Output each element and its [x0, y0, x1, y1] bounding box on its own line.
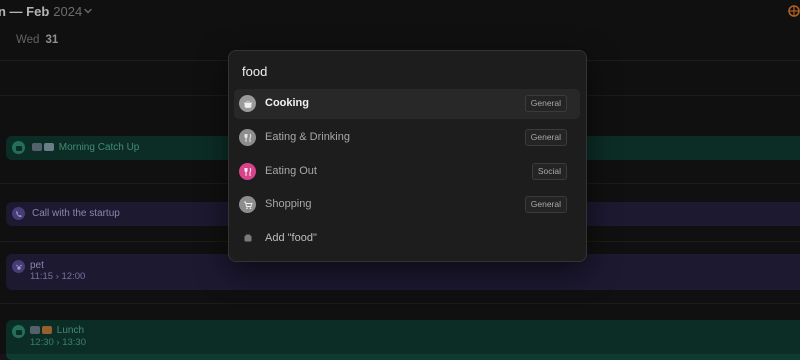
- fork-knife-icon: [239, 163, 256, 180]
- grid-line: [0, 303, 800, 304]
- month-label: n — Feb: [0, 4, 50, 19]
- category-badge: General: [524, 196, 567, 213]
- category-badge: General: [524, 95, 567, 112]
- fork-knife-icon: [239, 129, 256, 146]
- add-tag-icon: [244, 234, 252, 242]
- search-input[interactable]: [242, 61, 562, 81]
- event-title: pet: [30, 260, 44, 271]
- result-cooking[interactable]: Cooking General: [234, 89, 580, 119]
- result-shopping[interactable]: Shopping General: [234, 190, 580, 220]
- add-label: Add "food": [265, 232, 317, 244]
- year-label: 2024: [53, 4, 83, 19]
- category-picker: Cooking General Eating & Drinking Genera…: [228, 50, 587, 262]
- chevron-down-icon[interactable]: [82, 5, 94, 17]
- clipboard-emoji-icon: [44, 143, 54, 151]
- result-label: Shopping: [265, 198, 312, 210]
- category-badge: Social: [531, 163, 567, 180]
- category-badge: General: [524, 129, 567, 146]
- event-time: 12:30 › 13:30: [30, 337, 86, 348]
- cooking-pot-icon: [239, 95, 256, 112]
- day-number: 31: [45, 34, 59, 46]
- calendar-icon: [12, 325, 25, 338]
- cart-icon: [239, 196, 256, 213]
- computer-emoji-icon: [30, 326, 40, 334]
- result-label: Eating & Drinking: [265, 131, 350, 143]
- calendar-icon: [12, 141, 25, 154]
- result-eating-drinking[interactable]: Eating & Drinking General: [234, 123, 580, 153]
- month-title[interactable]: n — Feb 2024: [0, 4, 82, 19]
- phone-icon: [12, 207, 25, 220]
- add-category-button[interactable]: Add "food": [234, 224, 580, 254]
- computer-emoji-icon: [32, 143, 42, 151]
- result-label: Cooking: [265, 97, 309, 109]
- event-time: 11:15 › 12:00: [30, 271, 86, 282]
- day-name: Wed: [16, 34, 40, 46]
- paw-icon: [12, 260, 25, 273]
- result-label: Eating Out: [265, 165, 317, 177]
- settings-icon[interactable]: [787, 4, 800, 18]
- event-title: Call with the startup: [32, 208, 120, 219]
- event-title: Lunch: [56, 325, 85, 336]
- calendar-header: n — Feb 2024: [0, 0, 800, 24]
- event-title: Morning Catch Up: [58, 142, 140, 153]
- food-emoji-icon: [42, 326, 52, 334]
- day-header[interactable]: Wed 31: [16, 34, 58, 46]
- event-lunch[interactable]: Lunch 12:30 › 13:30: [6, 320, 800, 360]
- result-eating-out[interactable]: Eating Out Social: [234, 157, 580, 187]
